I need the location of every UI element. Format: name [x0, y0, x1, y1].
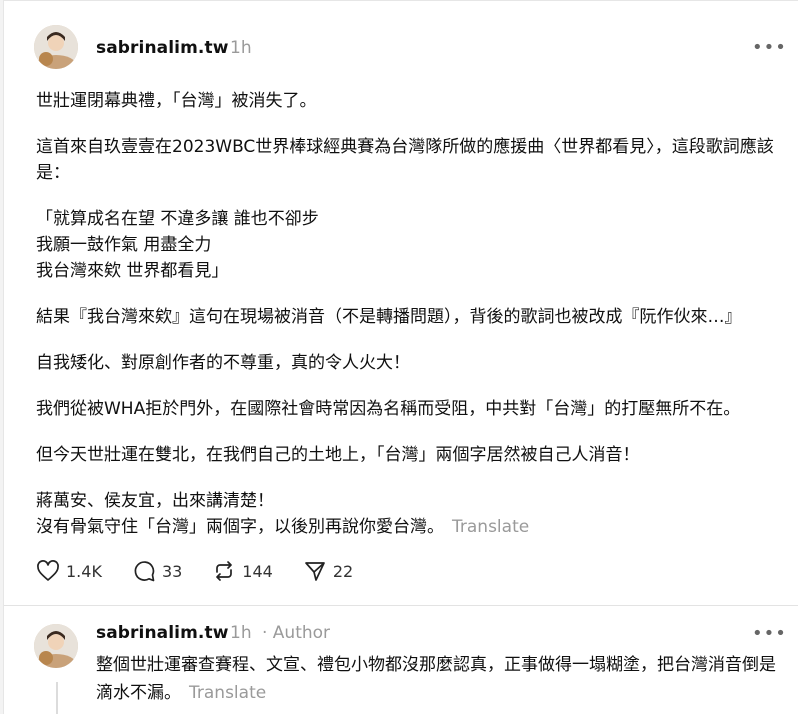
share-button[interactable]: 22: [303, 559, 353, 583]
post-paragraph: 這首來自玖壹壹在2023WBC世界棒球經典賽為台灣隊所做的應援曲〈世界都看見〉，…: [36, 137, 774, 183]
heart-icon: [37, 560, 59, 581]
post-paragraph: 我們從被WHA拒於門外，在國際社會時常因為名稱而受阻，中共對「台灣」的打壓無所不…: [36, 399, 741, 419]
comment-count: 33: [161, 561, 183, 581]
post-last-paragraph: 蔣萬安、侯友宜，出來講清楚！ 沒有骨氣守住「台灣」兩個字，以後別再說你愛台灣。 T…: [36, 488, 776, 540]
repost-icon: [216, 561, 233, 581]
post-paragraph: 結果『我台灣來欸』這句在現場被消音（不是轉播問題），背後的歌詞也被改成『阮作伙來…: [36, 307, 742, 327]
like-button[interactable]: 1.4K: [36, 560, 102, 582]
post-username[interactable]: sabrinalim.tw: [96, 38, 229, 58]
comment-button[interactable]: 33: [132, 559, 182, 583]
repost-button[interactable]: 144: [212, 559, 273, 583]
thread-line: [56, 682, 58, 714]
post-paragraph: 「就算成名在望 不違多讓 誰也不卻步 我願一鼓作氣 用盡全力 我台灣來欸 世界都…: [36, 209, 319, 281]
post-paragraph: 世壯運閉幕典禮，「台灣」被消失了。: [36, 91, 317, 111]
post-paragraph: 但今天世壯運在雙北，在我們自己的土地上，「台灣」兩個字居然被自己人消音！: [36, 445, 640, 465]
post-body: 世壯運閉幕典禮，「台灣」被消失了。 這首來自玖壹壹在2023WBC世界棒球經典賽…: [36, 88, 776, 540]
reply-time: 1h: [230, 623, 252, 643]
share-count: 22: [332, 561, 354, 581]
avatar[interactable]: [34, 25, 78, 69]
avatar-image: [34, 624, 78, 668]
post-last-text: 蔣萬安、侯友宜，出來講清楚！ 沒有骨氣守住「台灣」兩個字，以後別再說你愛台灣。: [36, 491, 444, 537]
divider: [4, 605, 798, 606]
post-card: sabrinalim.tw 1h ••• 世壯運閉幕典禮，「台灣」被消失了。 這…: [3, 0, 798, 714]
comment-icon: [134, 561, 155, 582]
more-icon[interactable]: •••: [752, 37, 787, 58]
more-icon[interactable]: •••: [752, 623, 787, 644]
author-badge: · Author: [262, 623, 331, 643]
translate-link[interactable]: Translate: [452, 517, 529, 537]
reply-avatar[interactable]: [34, 624, 78, 668]
translate-link[interactable]: Translate: [189, 683, 266, 703]
reply-username[interactable]: sabrinalim.tw: [96, 623, 229, 643]
post-time: 1h: [230, 38, 252, 58]
post-actions: 1.4K 33 144 22: [36, 559, 383, 583]
post-paragraph: 自我矮化、對原創作者的不尊重，真的令人火大！: [36, 353, 410, 373]
like-count: 1.4K: [66, 561, 102, 581]
reply-body: 整個世壯運審查賽程、文宣、禮包小物都沒那麼認真，正事做得一塌糊塗，把台灣消音倒是…: [96, 651, 786, 707]
repost-count: 144: [242, 561, 273, 581]
avatar-image: [34, 25, 78, 69]
send-icon: [304, 562, 325, 581]
